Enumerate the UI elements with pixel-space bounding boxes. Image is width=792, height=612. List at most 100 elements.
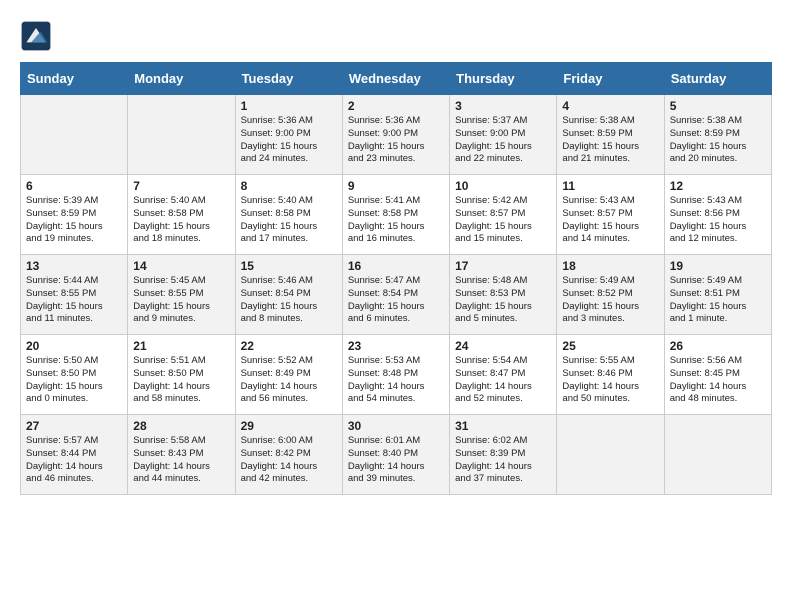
day-number: 21 xyxy=(133,339,229,353)
cell-content: Sunrise: 5:58 AM Sunset: 8:43 PM Dayligh… xyxy=(133,435,229,486)
cell-content: Sunrise: 5:43 AM Sunset: 8:56 PM Dayligh… xyxy=(670,195,766,246)
cell-content: Sunrise: 5:50 AM Sunset: 8:50 PM Dayligh… xyxy=(26,355,122,406)
cell-content: Sunrise: 5:48 AM Sunset: 8:53 PM Dayligh… xyxy=(455,275,551,326)
day-number: 2 xyxy=(348,99,444,113)
calendar-cell: 23 Sunrise: 5:53 AM Sunset: 8:48 PM Dayli… xyxy=(342,335,449,415)
header-cell-monday: Monday xyxy=(128,63,235,95)
day-number: 27 xyxy=(26,419,122,433)
cell-content: Sunrise: 5:51 AM Sunset: 8:50 PM Dayligh… xyxy=(133,355,229,406)
calendar-cell: 21 Sunrise: 5:51 AM Sunset: 8:50 PM Dayli… xyxy=(128,335,235,415)
calendar-cell xyxy=(664,415,771,495)
day-number: 5 xyxy=(670,99,766,113)
cell-content: Sunrise: 5:53 AM Sunset: 8:48 PM Dayligh… xyxy=(348,355,444,406)
day-number: 15 xyxy=(241,259,337,273)
cell-content: Sunrise: 6:00 AM Sunset: 8:42 PM Dayligh… xyxy=(241,435,337,486)
cell-content: Sunrise: 5:49 AM Sunset: 8:52 PM Dayligh… xyxy=(562,275,658,326)
day-number: 24 xyxy=(455,339,551,353)
calendar-cell: 31Sunrise: 6:02 AM Sunset: 8:39 PM Dayli… xyxy=(450,415,557,495)
cell-content: Sunrise: 5:44 AM Sunset: 8:55 PM Dayligh… xyxy=(26,275,122,326)
day-number: 28 xyxy=(133,419,229,433)
calendar-table: SundayMondayTuesdayWednesdayThursdayFrid… xyxy=(20,62,772,495)
calendar-cell: 5 Sunrise: 5:38 AM Sunset: 8:59 PM Daylig… xyxy=(664,95,771,175)
calendar-cell: 2 Sunrise: 5:36 AM Sunset: 9:00 PM Daylig… xyxy=(342,95,449,175)
calendar-cell: 4 Sunrise: 5:38 AM Sunset: 8:59 PM Daylig… xyxy=(557,95,664,175)
cell-content: Sunrise: 5:42 AM Sunset: 8:57 PM Dayligh… xyxy=(455,195,551,246)
week-row-2: 6 Sunrise: 5:39 AM Sunset: 8:59 PM Daylig… xyxy=(21,175,772,255)
day-number: 4 xyxy=(562,99,658,113)
calendar-cell: 24 Sunrise: 5:54 AM Sunset: 8:47 PM Dayli… xyxy=(450,335,557,415)
day-number: 9 xyxy=(348,179,444,193)
calendar-cell: 10 Sunrise: 5:42 AM Sunset: 8:57 PM Dayli… xyxy=(450,175,557,255)
cell-content: Sunrise: 5:47 AM Sunset: 8:54 PM Dayligh… xyxy=(348,275,444,326)
day-number: 8 xyxy=(241,179,337,193)
day-number: 18 xyxy=(562,259,658,273)
calendar-cell: 7Sunrise: 5:40 AM Sunset: 8:58 PM Daylig… xyxy=(128,175,235,255)
calendar-cell xyxy=(128,95,235,175)
day-number: 12 xyxy=(670,179,766,193)
calendar-cell: 18 Sunrise: 5:49 AM Sunset: 8:52 PM Dayli… xyxy=(557,255,664,335)
cell-content: Sunrise: 5:38 AM Sunset: 8:59 PM Dayligh… xyxy=(670,115,766,166)
calendar-cell: 15Sunrise: 5:46 AM Sunset: 8:54 PM Dayli… xyxy=(235,255,342,335)
page-header xyxy=(20,20,772,52)
cell-content: Sunrise: 5:56 AM Sunset: 8:45 PM Dayligh… xyxy=(670,355,766,406)
cell-content: Sunrise: 5:57 AM Sunset: 8:44 PM Dayligh… xyxy=(26,435,122,486)
day-number: 19 xyxy=(670,259,766,273)
calendar-cell: 25Sunrise: 5:55 AM Sunset: 8:46 PM Dayli… xyxy=(557,335,664,415)
cell-content: Sunrise: 5:54 AM Sunset: 8:47 PM Dayligh… xyxy=(455,355,551,406)
cell-content: Sunrise: 5:45 AM Sunset: 8:55 PM Dayligh… xyxy=(133,275,229,326)
calendar-cell: 11Sunrise: 5:43 AM Sunset: 8:57 PM Dayli… xyxy=(557,175,664,255)
calendar-cell: 9 Sunrise: 5:41 AM Sunset: 8:58 PM Daylig… xyxy=(342,175,449,255)
calendar-cell: 6 Sunrise: 5:39 AM Sunset: 8:59 PM Daylig… xyxy=(21,175,128,255)
day-number: 17 xyxy=(455,259,551,273)
day-number: 25 xyxy=(562,339,658,353)
day-number: 6 xyxy=(26,179,122,193)
day-number: 16 xyxy=(348,259,444,273)
calendar-cell: 19 Sunrise: 5:49 AM Sunset: 8:51 PM Dayli… xyxy=(664,255,771,335)
header-row: SundayMondayTuesdayWednesdayThursdayFrid… xyxy=(21,63,772,95)
calendar-cell: 28 Sunrise: 5:58 AM Sunset: 8:43 PM Dayli… xyxy=(128,415,235,495)
calendar-cell xyxy=(21,95,128,175)
calendar-cell: 30 Sunrise: 6:01 AM Sunset: 8:40 PM Dayli… xyxy=(342,415,449,495)
week-row-3: 13 Sunrise: 5:44 AM Sunset: 8:55 PM Dayli… xyxy=(21,255,772,335)
day-number: 14 xyxy=(133,259,229,273)
cell-content: Sunrise: 5:36 AM Sunset: 9:00 PM Dayligh… xyxy=(348,115,444,166)
header-cell-tuesday: Tuesday xyxy=(235,63,342,95)
day-number: 13 xyxy=(26,259,122,273)
header-cell-wednesday: Wednesday xyxy=(342,63,449,95)
cell-content: Sunrise: 6:02 AM Sunset: 8:39 PM Dayligh… xyxy=(455,435,551,486)
calendar-cell: 16 Sunrise: 5:47 AM Sunset: 8:54 PM Dayli… xyxy=(342,255,449,335)
cell-content: Sunrise: 5:39 AM Sunset: 8:59 PM Dayligh… xyxy=(26,195,122,246)
cell-content: Sunrise: 5:38 AM Sunset: 8:59 PM Dayligh… xyxy=(562,115,658,166)
calendar-cell: 8 Sunrise: 5:40 AM Sunset: 8:58 PM Daylig… xyxy=(235,175,342,255)
day-number: 22 xyxy=(241,339,337,353)
calendar-cell: 20 Sunrise: 5:50 AM Sunset: 8:50 PM Dayli… xyxy=(21,335,128,415)
calendar-cell: 17 Sunrise: 5:48 AM Sunset: 8:53 PM Dayli… xyxy=(450,255,557,335)
cell-content: Sunrise: 5:36 AM Sunset: 9:00 PM Dayligh… xyxy=(241,115,337,166)
week-row-5: 27 Sunrise: 5:57 AM Sunset: 8:44 PM Dayli… xyxy=(21,415,772,495)
day-number: 1 xyxy=(241,99,337,113)
week-row-1: 1 Sunrise: 5:36 AM Sunset: 9:00 PM Daylig… xyxy=(21,95,772,175)
calendar-cell: 22 Sunrise: 5:52 AM Sunset: 8:49 PM Dayli… xyxy=(235,335,342,415)
cell-content: Sunrise: 5:40 AM Sunset: 8:58 PM Dayligh… xyxy=(241,195,337,246)
day-number: 29 xyxy=(241,419,337,433)
cell-content: Sunrise: 5:40 AM Sunset: 8:58 PM Dayligh… xyxy=(133,195,229,246)
cell-content: Sunrise: 5:37 AM Sunset: 9:00 PM Dayligh… xyxy=(455,115,551,166)
cell-content: Sunrise: 6:01 AM Sunset: 8:40 PM Dayligh… xyxy=(348,435,444,486)
calendar-cell: 27 Sunrise: 5:57 AM Sunset: 8:44 PM Dayli… xyxy=(21,415,128,495)
cell-content: Sunrise: 5:41 AM Sunset: 8:58 PM Dayligh… xyxy=(348,195,444,246)
header-cell-friday: Friday xyxy=(557,63,664,95)
day-number: 10 xyxy=(455,179,551,193)
week-row-4: 20 Sunrise: 5:50 AM Sunset: 8:50 PM Dayli… xyxy=(21,335,772,415)
header-cell-thursday: Thursday xyxy=(450,63,557,95)
logo xyxy=(20,20,58,52)
calendar-cell: 14 Sunrise: 5:45 AM Sunset: 8:55 PM Dayli… xyxy=(128,255,235,335)
day-number: 20 xyxy=(26,339,122,353)
calendar-cell: 3 Sunrise: 5:37 AM Sunset: 9:00 PM Daylig… xyxy=(450,95,557,175)
cell-content: Sunrise: 5:49 AM Sunset: 8:51 PM Dayligh… xyxy=(670,275,766,326)
day-number: 3 xyxy=(455,99,551,113)
day-number: 23 xyxy=(348,339,444,353)
calendar-cell: 26 Sunrise: 5:56 AM Sunset: 8:45 PM Dayli… xyxy=(664,335,771,415)
day-number: 26 xyxy=(670,339,766,353)
day-number: 30 xyxy=(348,419,444,433)
cell-content: Sunrise: 5:52 AM Sunset: 8:49 PM Dayligh… xyxy=(241,355,337,406)
